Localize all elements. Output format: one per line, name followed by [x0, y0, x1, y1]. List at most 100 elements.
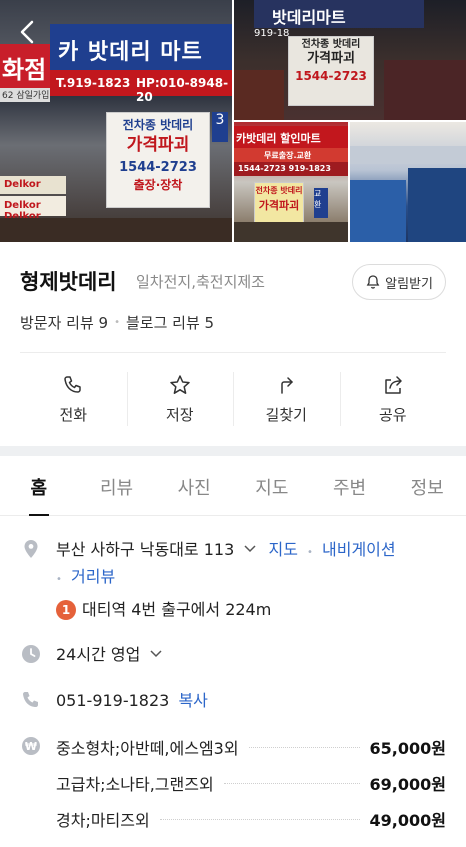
location-pin-icon [24, 540, 38, 558]
chevron-left-icon [20, 20, 34, 44]
star-icon [170, 374, 190, 394]
menu-item-price: 69,000원 [369, 775, 446, 794]
street-view-link[interactable]: 거리뷰 [71, 567, 115, 586]
subway-line-badge: 1 [56, 600, 76, 620]
storefront-floor [234, 222, 348, 242]
store-sign-brand: 카 밧데리 마트 [50, 24, 232, 70]
price-banner-line4: 출장·장착 [133, 178, 183, 193]
action-bar: 전화 저장 길찾기 공유 [20, 364, 446, 434]
menu-item: 경차;마티즈외 49,000원 [56, 807, 446, 831]
call-label: 전화 [59, 405, 88, 424]
tab-reviews[interactable]: 리뷰 [78, 460, 156, 515]
navigation-link[interactable]: 내비게이션 [322, 540, 396, 559]
tab-info[interactable]: 정보 [388, 460, 466, 515]
tab-nearby[interactable]: 주변 [311, 460, 389, 515]
battery-stack [234, 70, 284, 120]
battery-box-row: Delkor Delkor [0, 196, 66, 222]
night-sign: 밧데리마트 [254, 0, 424, 28]
share-icon [385, 375, 402, 394]
store-sign-hp: HP:010-8948-20 [136, 76, 229, 104]
store-sign-phone-strip: T.919-1823 HP:010-8948-20 [50, 70, 232, 104]
review-summary: 방문자 리뷰 9 • 블로그 리뷰 5 [20, 312, 214, 333]
bell-plus-icon [366, 275, 380, 289]
alarm-button-label: 알림받기 [385, 276, 433, 292]
night-banner-line1: 전차종 밧데리 [301, 39, 361, 50]
night-banner-line3: 1544-2723 [295, 69, 367, 84]
photo-storefront-night[interactable]: 밧데리마트 919-18 전차종 밧데리 가격파괴 1544-2723 my [234, 0, 466, 120]
directions-icon [281, 376, 293, 394]
call-button[interactable]: 전화 [20, 364, 127, 434]
address-block: 부산 사하구 낙동대로 113 지도 • 내비게이션 • 거리뷰 1 대티역 4… [56, 538, 396, 622]
address-text: 부산 사하구 낙동대로 113 [56, 540, 235, 559]
subway-text: 대티역 4번 출구에서 224m [82, 600, 272, 619]
phone-block: 051-919-1823 복사 [56, 689, 208, 713]
place-category: 일차전지,축전지제조 [136, 273, 265, 291]
menu-leader-dots [223, 782, 360, 784]
subway-info: 1 대티역 4번 출구에서 224m [56, 598, 396, 622]
menu-item: 중소형차;아반떼,에스엠3외 65,000원 [56, 735, 446, 759]
tab-home[interactable]: 홈 [0, 460, 78, 516]
photo-gallery[interactable]: 화점 62 삼일가입 카 밧데리 마트 T.919-1823 HP:010-89… [0, 0, 466, 242]
copy-phone-button[interactable]: 복사 [178, 691, 207, 710]
storefront-floor [0, 218, 232, 242]
menu-item-price: 65,000원 [369, 739, 446, 758]
battery-shelf [350, 180, 406, 242]
battery-stack [384, 60, 466, 120]
phone-row: 051-919-1823 복사 [20, 689, 446, 713]
battery-shelf-top [350, 146, 466, 164]
store2-side: 교환 [314, 188, 328, 218]
phone-icon [23, 692, 38, 707]
battery-shelf [408, 168, 466, 242]
visitor-reviews-link[interactable]: 방문자 리뷰 9 [20, 312, 108, 333]
tab-bar: 홈 리뷰 사진 지도 주변 정보 [0, 460, 466, 516]
menu-item: 고급차;소나타,그랜즈외 69,000원 [56, 771, 446, 795]
price-banner: 전차종 밧데리 가격파괴 1544-2723 출장·장착 [106, 112, 210, 208]
save-label: 저장 [165, 405, 194, 424]
store-sign-left: 화점 [0, 44, 50, 88]
share-label: 공유 [378, 405, 407, 424]
tab-photos[interactable]: 사진 [155, 460, 233, 515]
store2-sub: 무료출장.교환 [234, 148, 348, 162]
store2-banner-line1: 전차종 밧데리 [255, 186, 303, 195]
separator-dot: • [56, 574, 62, 585]
night-banner-line2: 가격파괴 [307, 51, 355, 66]
phone-number[interactable]: 051-919-1823 [56, 691, 169, 710]
menu-leader-dots [159, 818, 360, 820]
phone-icon [64, 375, 81, 393]
store2-phone: 1544-2723 919-1823 [234, 162, 348, 176]
hours-block: 24시간 영업 [56, 643, 163, 667]
price-banner-line2: 가격파괴 [126, 135, 190, 156]
clock-icon [22, 645, 40, 663]
store2-banner-line2: 가격파괴 [258, 198, 300, 212]
separator-dot: • [114, 317, 120, 328]
share-button[interactable]: 공유 [339, 364, 447, 434]
menu-leader-dots [248, 746, 360, 748]
divider [20, 352, 446, 353]
price-banner-line3: 1544-2723 [119, 159, 197, 175]
save-button[interactable]: 저장 [126, 364, 234, 434]
chevron-down-icon[interactable] [243, 542, 257, 556]
directions-button[interactable]: 길찾기 [233, 364, 340, 434]
hours-row[interactable]: 24시간 영업 [20, 643, 446, 667]
blog-reviews-link[interactable]: 블로그 리뷰 5 [126, 312, 214, 333]
battery-box: Delkor [0, 176, 66, 194]
address-row: 부산 사하구 낙동대로 113 지도 • 내비게이션 • 거리뷰 1 대티역 4… [20, 538, 446, 622]
tab-map[interactable]: 지도 [233, 460, 311, 515]
hours-text: 24시간 영업 [56, 645, 141, 664]
photo-storefront-main[interactable]: 화점 62 삼일가입 카 밧데리 마트 T.919-1823 HP:010-89… [0, 0, 232, 242]
won-currency-icon: ₩ [22, 737, 40, 755]
menu-item-name: 경차;마티즈외 [56, 811, 150, 830]
photo-battery-shelves[interactable] [350, 122, 466, 242]
section-separator [0, 446, 466, 456]
price-banner-side: 3 [212, 112, 228, 142]
photo-storefront-2[interactable]: 카밧데리 할인마트 무료출장.교환 1544-2723 919-1823 전차종… [234, 122, 348, 242]
map-link[interactable]: 지도 [268, 540, 297, 559]
store-sign-phone: T.919-1823 [56, 76, 131, 90]
back-button[interactable] [14, 18, 42, 46]
alarm-button[interactable]: 알림받기 [352, 264, 446, 300]
menu-item-name: 중소형차;아반떼,에스엠3외 [56, 739, 239, 758]
place-name: 형제밧데리 [20, 270, 117, 294]
chevron-down-icon[interactable] [149, 647, 163, 661]
price-banner-line1: 전차종 밧데리 [122, 118, 194, 132]
store2-sign: 카밧데리 할인마트 [234, 126, 348, 148]
